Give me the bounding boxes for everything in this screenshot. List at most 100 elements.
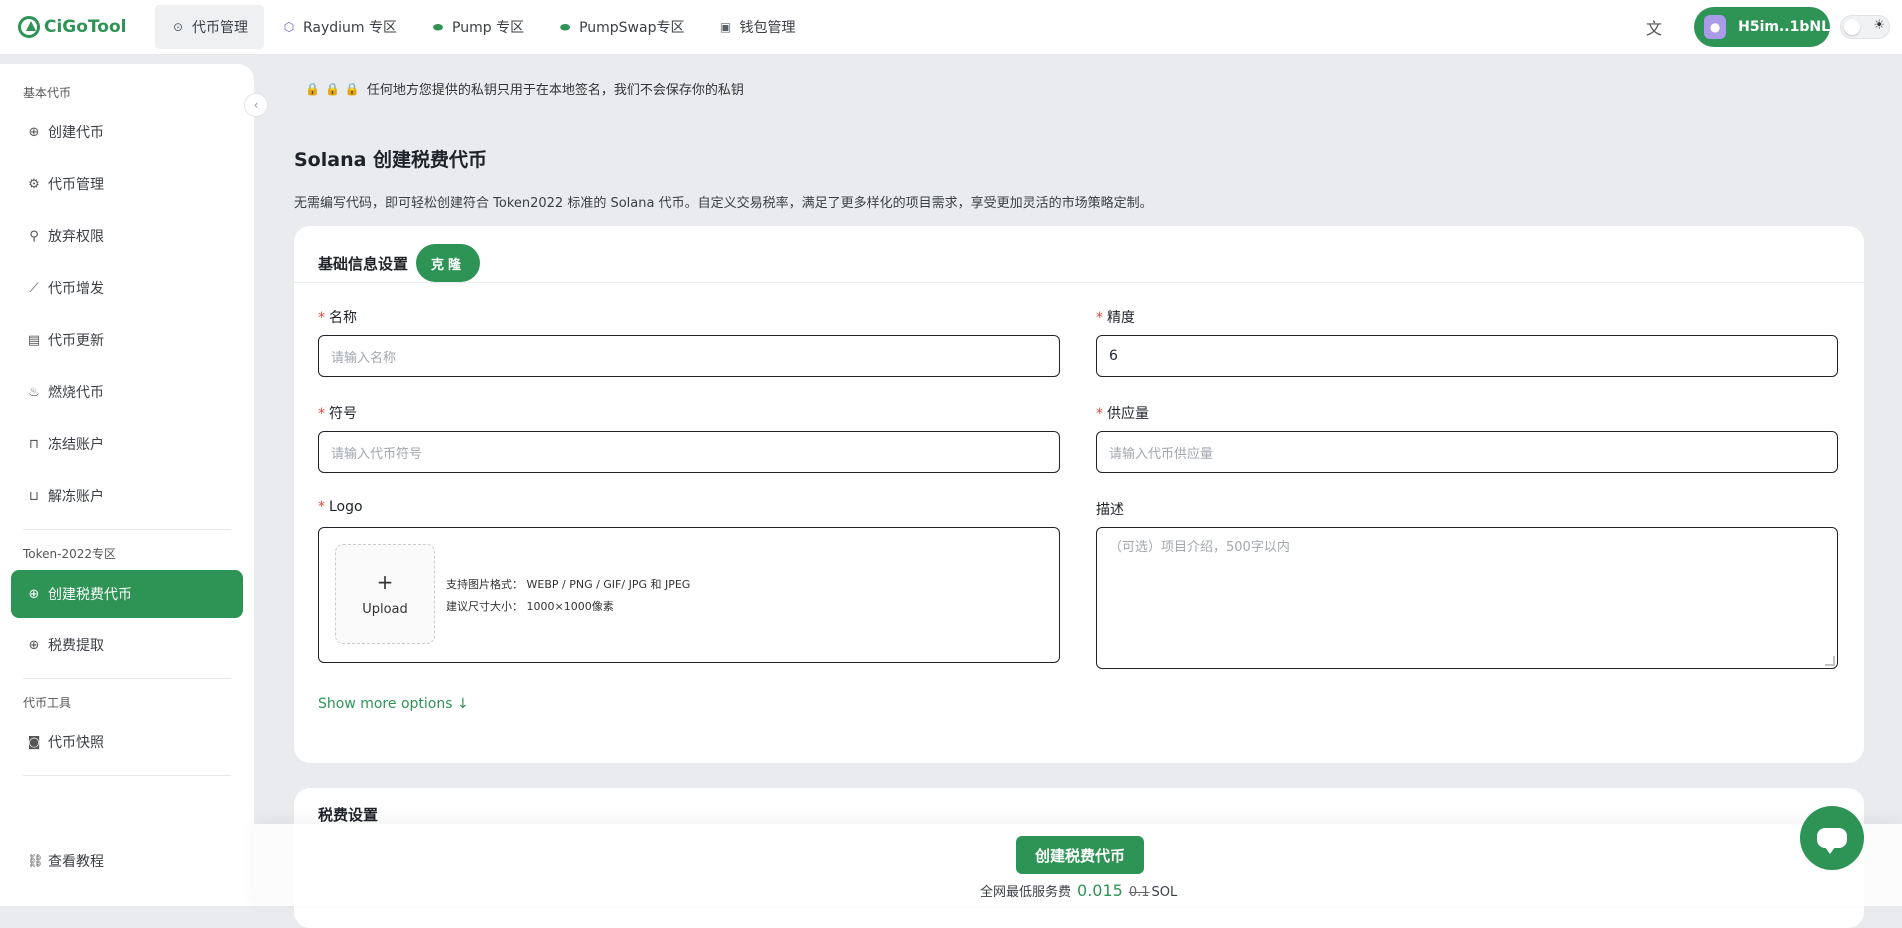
sidebar-item-withdraw-tax[interactable]: ⊕ 税费提取 xyxy=(11,622,243,668)
sidebar-item-freeze[interactable]: ⊓ 冻结账户 xyxy=(11,421,243,467)
camera-icon: ◙ xyxy=(27,734,41,750)
plus-circle-icon: ⊕ xyxy=(28,637,40,653)
nav-item-raydium[interactable]: ⬡ Raydium 专区 xyxy=(266,5,413,49)
document-icon: ▤ xyxy=(27,332,41,348)
wallet-button[interactable]: ● H5im..1bNL xyxy=(1694,7,1830,47)
nav-item-label: Pump 专区 xyxy=(452,20,525,36)
nav-item-label: Raydium 专区 xyxy=(303,20,398,36)
gear-icon: ⚙ xyxy=(28,176,40,192)
pill-icon: ⬬ xyxy=(559,19,571,34)
clone-button[interactable]: 克隆 xyxy=(416,244,481,282)
sidebar-item-label: 冻结账户 xyxy=(48,437,104,453)
sidebar-item-label: 创建代币 xyxy=(48,125,104,141)
sidebar-item-snapshot[interactable]: ◙ 代币快照 xyxy=(11,719,243,765)
dollar-circle-icon: ⊙ xyxy=(172,20,184,34)
privacy-notice: 🔒 🔒 🔒 任何地方您提供的私钥只用于在本地签名，我们不会保存你的私钥 xyxy=(305,79,744,99)
fee-prefix: 全网最低服务费 xyxy=(980,885,1072,900)
sidebar-item-revoke-authority[interactable]: ⚲ 放弃权限 xyxy=(11,213,243,259)
logo-upload-button[interactable]: + Upload xyxy=(335,544,435,644)
sidebar-item-label: 解冻账户 xyxy=(48,489,104,505)
logo-field: + Upload 支持图片格式： WEBP / PNG / GIF/ JPG 和… xyxy=(318,527,1060,663)
supply-label: * 供应量 xyxy=(1096,403,1149,423)
sidebar-item-unfreeze[interactable]: ⊔ 解冻账户 xyxy=(11,473,243,519)
supply-input[interactable]: 请输入代币供应量 xyxy=(1096,431,1838,473)
card-header: 基础信息设置 克隆 xyxy=(318,244,481,282)
show-more-options-link[interactable]: Show more options ↓ xyxy=(318,696,469,712)
translate-icon[interactable]: 文 xyxy=(1646,15,1662,39)
symbol-label: * 符号 xyxy=(318,403,357,423)
upload-size-hint: 建议尺寸大小： 1000×1000像素 xyxy=(446,600,614,613)
theme-toggle[interactable]: ☀ xyxy=(1840,15,1890,39)
sidebar-item-label: 代币快照 xyxy=(48,735,104,751)
wallet-icon: ▣ xyxy=(719,20,732,34)
main-nav: ⊙ 代币管理 ⬡ Raydium 专区 ⬬ Pump 专区 ⬬ PumpSwap… xyxy=(155,0,813,54)
lock-icon: 🔒 xyxy=(344,81,360,96)
sidebar-section-token2022: Token-2022专区 xyxy=(23,547,117,561)
sidebar-collapse-button[interactable]: ‹ xyxy=(244,93,268,117)
plus-circle-icon: ⊕ xyxy=(28,586,40,602)
app-logo[interactable]: CiGoTool xyxy=(18,16,138,38)
logo-label-text: Logo xyxy=(329,499,363,515)
sun-icon: ☀ xyxy=(1873,18,1885,33)
chat-support-button[interactable] xyxy=(1800,806,1864,870)
lock-icon: 🔒 xyxy=(305,81,320,96)
sidebar-item-create-token[interactable]: ⊕ 创建代币 xyxy=(11,109,243,155)
description-label: 描述 xyxy=(1096,502,1124,518)
decimals-input[interactable]: 6 xyxy=(1096,335,1838,377)
nav-item-token-management[interactable]: ⊙ 代币管理 xyxy=(155,5,264,49)
upload-label: Upload xyxy=(362,601,408,617)
chat-icon xyxy=(1817,828,1847,854)
pill-icon: ⬬ xyxy=(432,19,444,34)
toggle-knob xyxy=(1844,19,1860,35)
required-mark: * xyxy=(1096,406,1103,422)
card-divider xyxy=(294,282,1864,283)
description-textarea[interactable]: （可选）项目介绍，500字以内 xyxy=(1096,527,1838,669)
basic-info-card: 基础信息设置 克隆 * 名称 请输入名称 * 精度 6 * 符号 请输入代币符号 * 供… xyxy=(294,226,1864,763)
sidebar-item-label: 代币增发 xyxy=(48,281,104,297)
description-placeholder: （可选）项目介绍，500字以内 xyxy=(1109,540,1290,555)
upload-format-hint: 支持图片格式： WEBP / PNG / GIF/ JPG 和 JPEG xyxy=(446,578,691,591)
required-mark: * xyxy=(318,499,325,515)
nav-item-pumpswap[interactable]: ⬬ PumpSwap专区 xyxy=(542,5,700,49)
resize-grip-icon[interactable] xyxy=(1825,656,1835,666)
key-icon: ⚲ xyxy=(29,228,39,244)
nav-item-label: PumpSwap专区 xyxy=(579,20,685,36)
decimals-label: * 精度 xyxy=(1096,307,1135,327)
lock-icon: ⊓ xyxy=(28,436,40,452)
nav-item-label: 钱包管理 xyxy=(739,20,796,36)
sidebar-item-update[interactable]: ▤ 代币更新 xyxy=(11,317,243,363)
chart-line-icon: ⟋ xyxy=(29,280,39,296)
nav-item-pump[interactable]: ⬬ Pump 专区 xyxy=(415,5,540,49)
name-label-text: 名称 xyxy=(329,310,357,326)
required-mark: * xyxy=(318,406,325,422)
name-input[interactable]: 请输入名称 xyxy=(318,335,1060,377)
nav-item-wallet[interactable]: ▣ 钱包管理 xyxy=(702,5,811,49)
fee-old-value: 0.1 xyxy=(1128,885,1150,900)
required-mark: * xyxy=(1096,310,1103,326)
symbol-input[interactable]: 请输入代币符号 xyxy=(318,431,1060,473)
sidebar-divider xyxy=(23,678,231,679)
required-mark: * xyxy=(318,310,325,326)
fee-new-value: 0.015 xyxy=(1077,881,1123,900)
sidebar-item-label: 放弃权限 xyxy=(48,229,104,245)
unlock-icon: ⊔ xyxy=(28,488,40,504)
sidebar-item-tutorial[interactable]: ⛓ 查看教程 xyxy=(11,838,243,884)
page-description: 无需编写代码，即可轻松创建符合 Token2022 标准的 Solana 代币。… xyxy=(294,196,1153,211)
name-label: * 名称 xyxy=(318,307,357,327)
wallet-address: H5im..1bNL xyxy=(1738,19,1830,35)
sidebar-item-token-management[interactable]: ⚙ 代币管理 xyxy=(11,161,243,207)
bottom-action-bar: 创建税费代币 全网最低服务费 0.015 0.1 SOL xyxy=(254,824,1902,906)
sidebar-item-mint[interactable]: ⟋ 代币增发 xyxy=(11,265,243,311)
link-icon: ⛓ xyxy=(27,853,44,869)
plus-icon: + xyxy=(376,569,394,594)
sidebar-item-create-tax-token[interactable]: ⊕ 创建税费代币 xyxy=(11,570,243,618)
card-title: 基础信息设置 xyxy=(318,254,409,273)
sidebar: 基本代币 ⊕ 创建代币 ⚙ 代币管理 ⚲ 放弃权限 ⟋ 代币增发 ▤ 代币更新 … xyxy=(0,64,254,906)
sidebar-item-label: 税费提取 xyxy=(48,638,104,654)
privacy-notice-text: 任何地方您提供的私钥只用于在本地签名，我们不会保存你的私钥 xyxy=(366,83,744,98)
top-bar: CiGoTool ⊙ 代币管理 ⬡ Raydium 专区 ⬬ Pump 专区 ⬬… xyxy=(0,0,1902,55)
sidebar-item-burn[interactable]: ♨ 燃烧代币 xyxy=(11,369,243,415)
logo-label: * Logo xyxy=(318,499,363,515)
create-tax-token-button[interactable]: 创建税费代币 xyxy=(1016,836,1144,874)
sidebar-section-tools: 代币工具 xyxy=(23,696,72,710)
